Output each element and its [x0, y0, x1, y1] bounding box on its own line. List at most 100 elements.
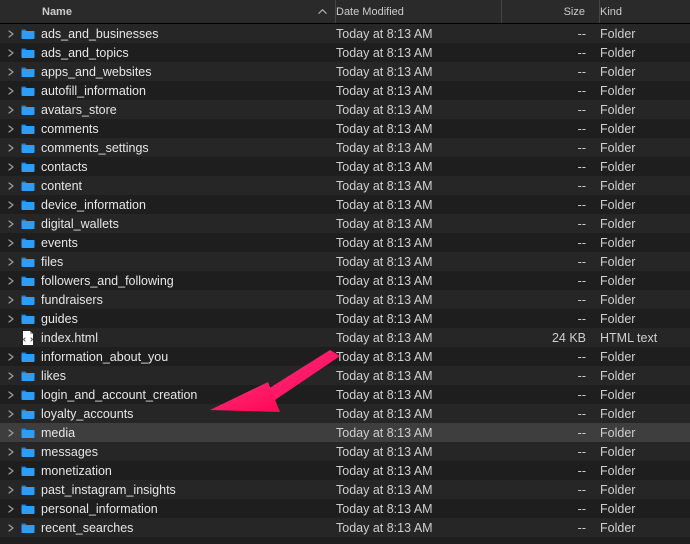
name-cell[interactable]: digital_wallets	[0, 216, 336, 232]
file-name-label: fundraisers	[41, 293, 103, 307]
disclosure-chevron-icon[interactable]	[4, 68, 18, 76]
disclosure-chevron-icon[interactable]	[4, 410, 18, 418]
name-cell[interactable]: contacts	[0, 159, 336, 175]
disclosure-chevron-icon[interactable]	[4, 372, 18, 380]
file-row[interactable]: likesToday at 8:13 AM--Folder	[0, 366, 690, 385]
file-row[interactable]: filesToday at 8:13 AM--Folder	[0, 252, 690, 271]
file-row[interactable]: guidesToday at 8:13 AM--Folder	[0, 309, 690, 328]
name-cell[interactable]: autofill_information	[0, 83, 336, 99]
column-header-kind[interactable]: Kind	[600, 0, 690, 23]
name-cell[interactable]: recent_searches	[0, 520, 336, 536]
disclosure-chevron-icon[interactable]	[4, 277, 18, 285]
file-row[interactable]: past_instagram_insightsToday at 8:13 AM-…	[0, 480, 690, 499]
file-row[interactable]: monetizationToday at 8:13 AM--Folder	[0, 461, 690, 480]
file-row[interactable]: mediaToday at 8:13 AM--Folder	[0, 423, 690, 442]
file-row[interactable]: eventsToday at 8:13 AM--Folder	[0, 233, 690, 252]
file-name-label: media	[41, 426, 75, 440]
disclosure-chevron-icon[interactable]	[4, 87, 18, 95]
disclosure-chevron-icon[interactable]	[4, 182, 18, 190]
file-row[interactable]: digital_walletsToday at 8:13 AM--Folder	[0, 214, 690, 233]
name-cell[interactable]: monetization	[0, 463, 336, 479]
disclosure-chevron-icon[interactable]	[4, 163, 18, 171]
name-cell[interactable]: information_about_you	[0, 349, 336, 365]
disclosure-chevron-icon[interactable]	[4, 220, 18, 228]
name-cell[interactable]: apps_and_websites	[0, 64, 336, 80]
disclosure-chevron-icon[interactable]	[4, 391, 18, 399]
name-cell[interactable]: login_and_account_creation	[0, 387, 336, 403]
file-row[interactable]: messagesToday at 8:13 AM--Folder	[0, 442, 690, 461]
name-cell[interactable]: comments_settings	[0, 140, 336, 156]
disclosure-chevron-icon[interactable]	[4, 30, 18, 38]
file-row[interactable]: contactsToday at 8:13 AM--Folder	[0, 157, 690, 176]
column-header-size[interactable]: Size	[502, 0, 600, 23]
disclosure-chevron-icon[interactable]	[4, 315, 18, 323]
disclosure-chevron-icon[interactable]	[4, 524, 18, 532]
name-cell[interactable]: avatars_store	[0, 102, 336, 118]
file-name-label: avatars_store	[41, 103, 117, 117]
size-cell: --	[502, 293, 600, 307]
file-row[interactable]: device_informationToday at 8:13 AM--Fold…	[0, 195, 690, 214]
file-row[interactable]: commentsToday at 8:13 AM--Folder	[0, 119, 690, 138]
column-header-date[interactable]: Date Modified	[336, 0, 502, 23]
file-row[interactable]: information_about_youToday at 8:13 AM--F…	[0, 347, 690, 366]
name-cell[interactable]: fundraisers	[0, 292, 336, 308]
file-row[interactable]: autofill_informationToday at 8:13 AM--Fo…	[0, 81, 690, 100]
file-row[interactable]: index.htmlToday at 8:13 AM24 KBHTML text	[0, 328, 690, 347]
size-cell: --	[502, 407, 600, 421]
date-modified-cell: Today at 8:13 AM	[336, 483, 502, 497]
folder-icon	[20, 159, 36, 175]
name-cell[interactable]: files	[0, 254, 336, 270]
file-row[interactable]: ads_and_businessesToday at 8:13 AM--Fold…	[0, 24, 690, 43]
disclosure-chevron-icon[interactable]	[4, 125, 18, 133]
date-modified-cell: Today at 8:13 AM	[336, 255, 502, 269]
name-cell[interactable]: likes	[0, 368, 336, 384]
kind-cell: Folder	[600, 103, 690, 117]
disclosure-chevron-icon[interactable]	[4, 106, 18, 114]
disclosure-chevron-icon[interactable]	[4, 448, 18, 456]
kind-cell: Folder	[600, 426, 690, 440]
file-row[interactable]: comments_settingsToday at 8:13 AM--Folde…	[0, 138, 690, 157]
name-cell[interactable]: messages	[0, 444, 336, 460]
name-cell[interactable]: personal_information	[0, 501, 336, 517]
folder-icon	[20, 387, 36, 403]
name-cell[interactable]: content	[0, 178, 336, 194]
disclosure-chevron-icon[interactable]	[4, 296, 18, 304]
file-name-label: comments	[41, 122, 99, 136]
file-row[interactable]: recent_searchesToday at 8:13 AM--Folder	[0, 518, 690, 537]
disclosure-chevron-icon[interactable]	[4, 505, 18, 513]
file-row[interactable]: avatars_storeToday at 8:13 AM--Folder	[0, 100, 690, 119]
file-row[interactable]: personal_informationToday at 8:13 AM--Fo…	[0, 499, 690, 518]
column-header-name[interactable]: Name	[0, 0, 336, 23]
file-row[interactable]: ads_and_topicsToday at 8:13 AM--Folder	[0, 43, 690, 62]
name-cell[interactable]: device_information	[0, 197, 336, 213]
name-cell[interactable]: comments	[0, 121, 336, 137]
name-cell[interactable]: ads_and_topics	[0, 45, 336, 61]
name-cell[interactable]: loyalty_accounts	[0, 406, 336, 422]
disclosure-chevron-icon[interactable]	[4, 353, 18, 361]
name-cell[interactable]: media	[0, 425, 336, 441]
file-list[interactable]: ads_and_businessesToday at 8:13 AM--Fold…	[0, 24, 690, 537]
name-cell[interactable]: ads_and_businesses	[0, 26, 336, 42]
date-modified-cell: Today at 8:13 AM	[336, 65, 502, 79]
name-cell[interactable]: index.html	[0, 330, 336, 346]
date-modified-cell: Today at 8:13 AM	[336, 407, 502, 421]
file-row[interactable]: login_and_account_creationToday at 8:13 …	[0, 385, 690, 404]
disclosure-chevron-icon[interactable]	[4, 49, 18, 57]
file-row[interactable]: contentToday at 8:13 AM--Folder	[0, 176, 690, 195]
folder-icon	[20, 273, 36, 289]
disclosure-chevron-icon[interactable]	[4, 429, 18, 437]
file-row[interactable]: loyalty_accountsToday at 8:13 AM--Folder	[0, 404, 690, 423]
name-cell[interactable]: guides	[0, 311, 336, 327]
disclosure-chevron-icon[interactable]	[4, 258, 18, 266]
name-cell[interactable]: followers_and_following	[0, 273, 336, 289]
file-row[interactable]: apps_and_websitesToday at 8:13 AM--Folde…	[0, 62, 690, 81]
disclosure-chevron-icon[interactable]	[4, 486, 18, 494]
file-row[interactable]: followers_and_followingToday at 8:13 AM-…	[0, 271, 690, 290]
disclosure-chevron-icon[interactable]	[4, 239, 18, 247]
name-cell[interactable]: events	[0, 235, 336, 251]
name-cell[interactable]: past_instagram_insights	[0, 482, 336, 498]
disclosure-chevron-icon[interactable]	[4, 467, 18, 475]
disclosure-chevron-icon[interactable]	[4, 144, 18, 152]
disclosure-chevron-icon[interactable]	[4, 201, 18, 209]
file-row[interactable]: fundraisersToday at 8:13 AM--Folder	[0, 290, 690, 309]
